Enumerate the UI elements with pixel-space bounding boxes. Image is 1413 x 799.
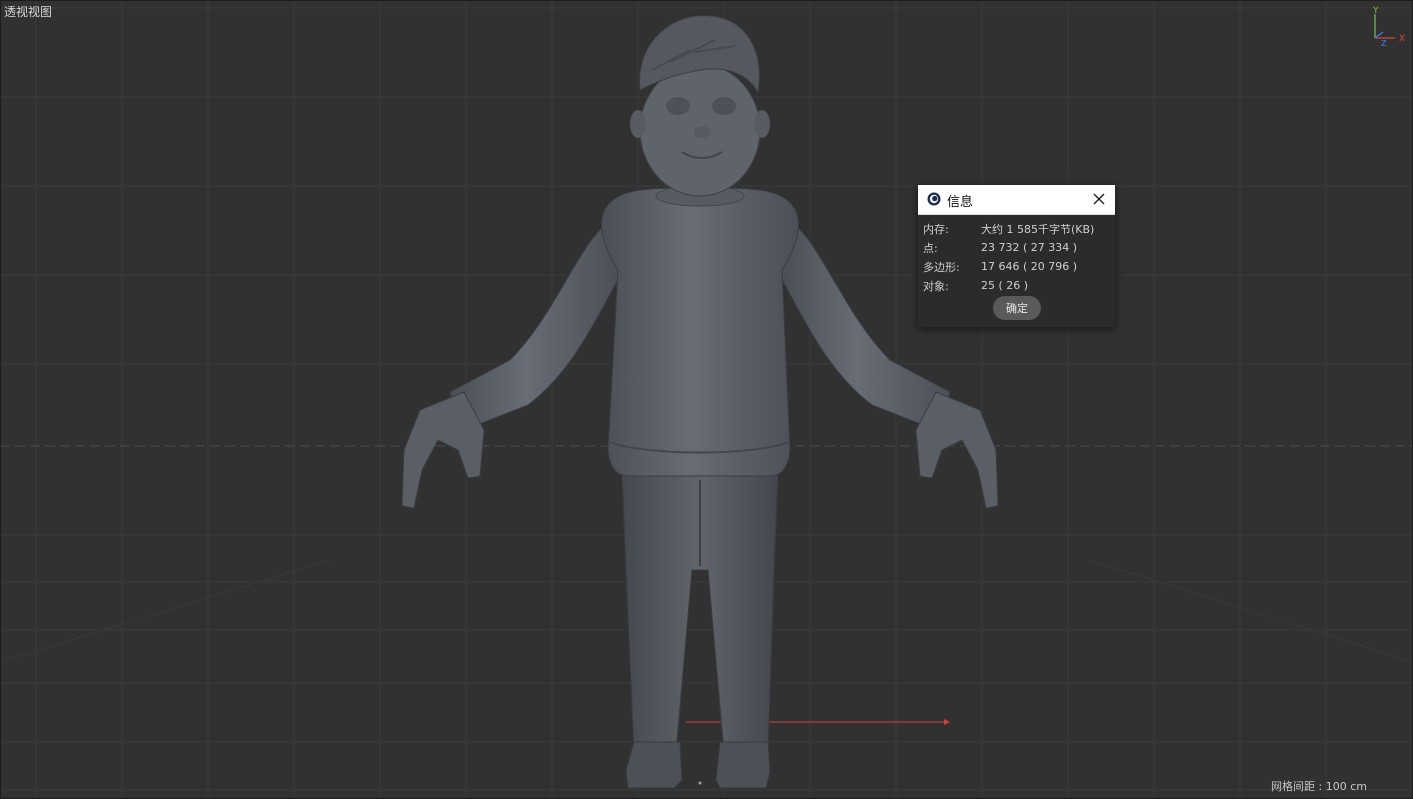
info-row-polygons: 多边形: 17 646 ( 20 796 ) (923, 257, 1115, 276)
info-row-memory: 内存: 大约 1 585千字节(KB) (923, 219, 1115, 238)
close-button[interactable] (1089, 189, 1109, 209)
dialog-title: 信息 (947, 195, 974, 210)
axis-y-label: Y (1373, 6, 1379, 16)
viewport-title: 透视视图 (4, 5, 53, 19)
perspective-viewport[interactable]: 透视视图 Y X Z 网格间距 : 100 cm 信息 内存: 大约 1 585… (0, 0, 1413, 799)
info-value: 17 646 ( 20 796 ) (981, 260, 1078, 273)
info-value: 25 ( 26 ) (981, 279, 1029, 292)
info-row-objects: 对象: 25 ( 26 ) (923, 276, 1115, 295)
axis-z-label: Z (1381, 39, 1387, 48)
axis-gizmo: Y X Z (1373, 6, 1405, 48)
info-label: 对象: (923, 279, 949, 293)
character-model[interactable] (390, 10, 1010, 799)
info-label: 多边形: (923, 260, 960, 274)
dialog-body: 内存: 大约 1 585千字节(KB) 点: 23 732 ( 27 334 )… (918, 215, 1115, 295)
grid-spacing-readout: 网格间距 : 100 cm (1271, 780, 1367, 793)
info-row-points: 点: 23 732 ( 27 334 ) (923, 238, 1115, 257)
info-value: 大约 1 585千字节(KB) (981, 222, 1095, 236)
info-label: 内存: (923, 222, 949, 236)
info-value: 23 732 ( 27 334 ) (981, 241, 1078, 254)
axis-x-label: X (1399, 34, 1405, 44)
dialog-title-bar[interactable]: 信息 (918, 185, 1115, 215)
info-label: 点: (923, 241, 938, 255)
ok-button[interactable]: 确定 (993, 296, 1041, 320)
cinema4d-icon (927, 192, 941, 206)
close-icon (1093, 193, 1105, 205)
info-dialog: 信息 内存: 大约 1 585千字节(KB) 点: 23 732 ( 27 33… (918, 185, 1115, 327)
